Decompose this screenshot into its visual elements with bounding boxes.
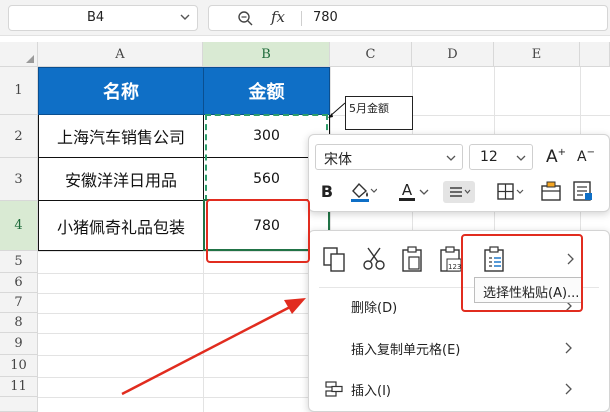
cell-a1[interactable]: 名称 xyxy=(38,67,204,115)
menu-item-label: 删除(D) xyxy=(351,301,398,316)
align-button[interactable] xyxy=(443,181,475,203)
menu-item-label: 插入(I) xyxy=(351,384,391,399)
column-header-c[interactable]: C xyxy=(330,42,412,67)
row-header-6[interactable]: 6 xyxy=(0,273,38,293)
font-size-value: 12 xyxy=(480,149,498,165)
row-header-4[interactable]: 4 xyxy=(0,201,38,251)
formula-divider xyxy=(301,11,302,26)
column-header-d[interactable]: D xyxy=(412,42,494,67)
copy-icon[interactable] xyxy=(321,245,347,273)
chevron-down-icon xyxy=(516,155,526,161)
menu-item-insert[interactable]: 插入(I) xyxy=(309,372,609,406)
cell-a2[interactable]: 上海汽车销售公司 xyxy=(38,115,204,158)
select-all-corner[interactable] xyxy=(0,42,38,67)
format-cells-icon[interactable] xyxy=(571,179,595,203)
decrease-font-size-button[interactable]: A − xyxy=(573,145,599,169)
mini-toolbar: 宋体 12 A + A − B A xyxy=(308,134,610,212)
chevron-down-icon xyxy=(446,155,456,161)
font-color-label: A xyxy=(401,180,413,199)
menu-item-label: 插入复制单元格(E) xyxy=(351,343,461,358)
name-box[interactable]: B4 xyxy=(8,5,198,31)
column-header-b[interactable]: B xyxy=(203,42,330,67)
cell-a4[interactable]: 小猪佩奇礼品包装 xyxy=(38,201,204,251)
chevron-right-icon xyxy=(565,342,572,354)
bold-button[interactable]: B xyxy=(317,179,337,203)
cell-comment[interactable]: 5月金额 xyxy=(345,96,413,130)
paste-values-icon[interactable]: 123 xyxy=(437,245,463,273)
font-name-select[interactable]: 宋体 xyxy=(315,144,463,170)
increase-font-size-button[interactable]: A + xyxy=(543,145,569,169)
column-header-a[interactable]: A xyxy=(38,42,203,67)
increase-font-label: A xyxy=(545,147,558,167)
row-header-5[interactable]: 5 xyxy=(0,251,38,273)
font-color-button[interactable]: A xyxy=(395,179,419,203)
borders-icon[interactable] xyxy=(495,181,527,203)
row-header-7[interactable]: 7 xyxy=(0,293,38,313)
svg-text:123: 123 xyxy=(448,263,461,271)
insert-cells-icon xyxy=(325,381,343,397)
row-header-10[interactable]: 10 xyxy=(0,355,38,377)
fx-icon[interactable]: fx xyxy=(271,8,285,26)
name-box-value: B4 xyxy=(87,10,105,25)
paste-icon[interactable] xyxy=(399,245,425,273)
formula-value[interactable]: 780 xyxy=(313,10,338,25)
decrease-font-label: A xyxy=(577,149,587,165)
row-header-1[interactable]: 1 xyxy=(0,67,38,115)
align-center-icon xyxy=(450,187,471,197)
chevron-down-icon[interactable] xyxy=(179,11,191,23)
formula-input[interactable]: fx 780 xyxy=(208,5,608,31)
row-header-9[interactable]: 9 xyxy=(0,333,38,355)
annotation-highlight-cell xyxy=(206,199,310,263)
chevron-right-icon xyxy=(565,383,572,395)
menu-item-insert-copied-cells[interactable]: 插入复制单元格(E) xyxy=(309,331,609,365)
fill-color-icon[interactable] xyxy=(347,179,377,203)
column-header-next[interactable] xyxy=(580,42,610,67)
column-header-e[interactable]: E xyxy=(494,42,580,67)
cell-style-icon[interactable] xyxy=(539,179,563,203)
font-size-select[interactable]: 12 xyxy=(469,144,533,170)
cell-b1[interactable]: 金额 xyxy=(203,67,330,115)
row-header-12[interactable] xyxy=(0,397,38,412)
cell-a3[interactable]: 安徽洋洋日用品 xyxy=(38,158,204,201)
cut-icon[interactable] xyxy=(361,245,387,273)
annotation-highlight-paste-special xyxy=(461,234,583,312)
row-header-8[interactable]: 8 xyxy=(0,313,38,333)
formula-bar: B4 fx 780 xyxy=(0,0,610,36)
row-header-2[interactable]: 2 xyxy=(0,115,38,158)
font-name-value: 宋体 xyxy=(324,152,352,168)
zoom-icon[interactable] xyxy=(237,10,253,26)
chevron-down-icon[interactable] xyxy=(419,187,429,197)
row-header-3[interactable]: 3 xyxy=(0,158,38,201)
row-header-11[interactable]: 11 xyxy=(0,377,38,397)
